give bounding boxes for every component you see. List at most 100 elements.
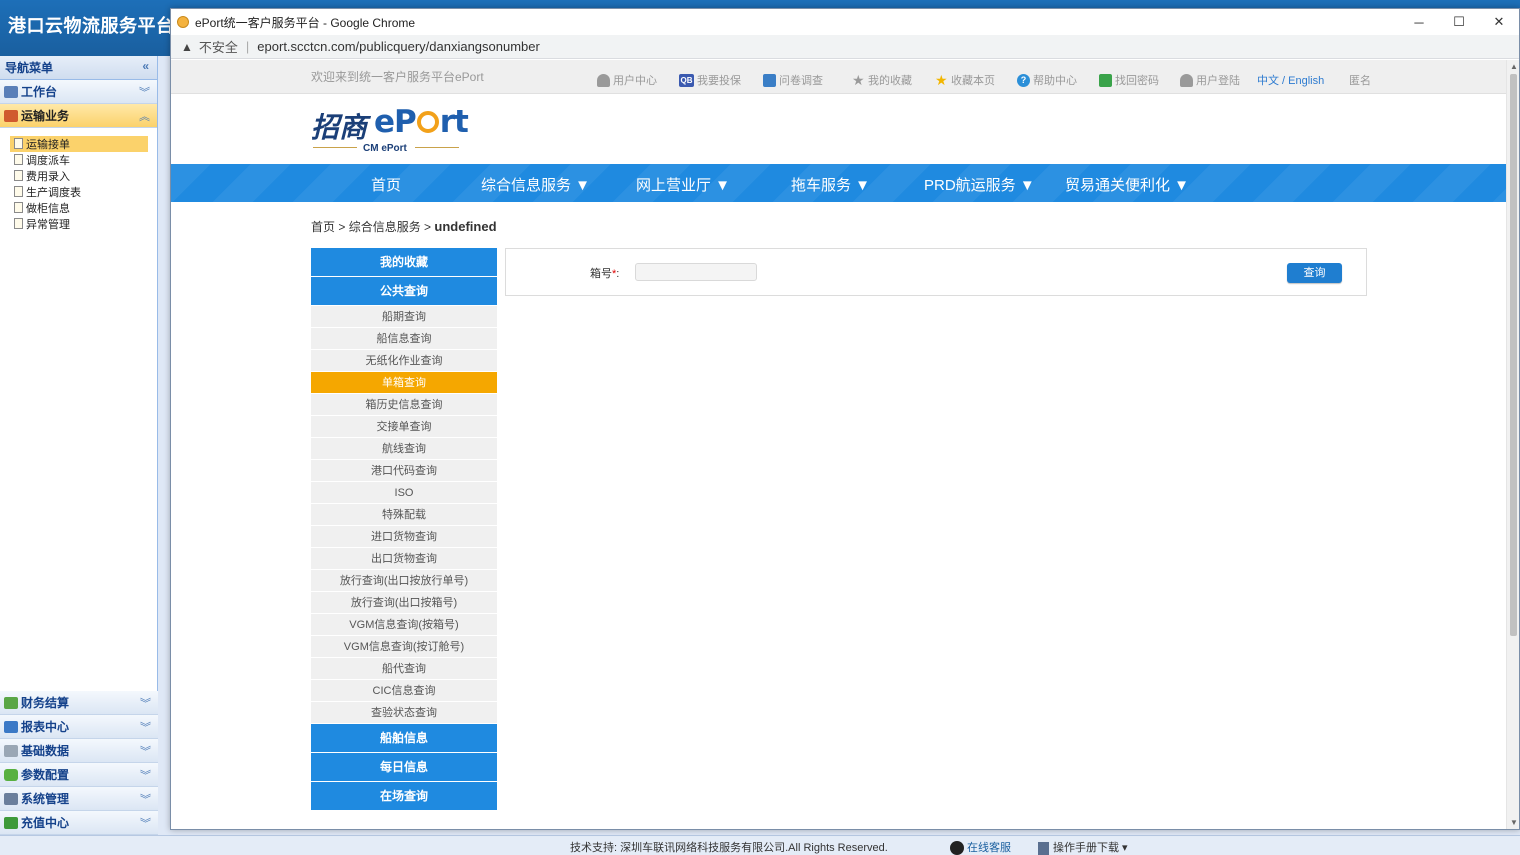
menu-item[interactable]: 船信息查询 [311,328,497,350]
help-center-link[interactable]: ? 帮助中心 [1017,72,1077,88]
menu-my-favorites[interactable]: 我的收藏 [311,248,497,276]
transport-submenu: 运输接单 调度派车 费用录入 生产调度表 做柜信息 异常管理 [0,128,157,648]
scroll-down-icon[interactable]: ▼ [1510,818,1518,827]
menu-item[interactable]: 放行查询(出口按放行单号) [311,570,497,592]
container-number-input[interactable] [635,263,757,281]
menu-item[interactable]: 港口代码查询 [311,460,497,482]
scrollbar-thumb[interactable] [1510,74,1517,636]
user-icon [1180,73,1193,87]
sidebar-item-schedule[interactable]: 生产调度表 [10,184,148,200]
sidebar-item-container-info[interactable]: 做柜信息 [10,200,148,216]
book-icon [1038,841,1049,855]
menu-item[interactable]: 进口货物查询 [311,526,497,548]
host-sidebar: 导航菜单 « 工作台 ︾ 运输业务 ︽ 运输接单 调度派车 费用录入 生产调度表… [0,56,158,835]
online-service-link[interactable]: 在线客服 [950,839,1011,855]
nav-home[interactable]: 首页 [371,174,401,195]
document-icon [14,170,23,181]
top-utility-bar: 欢迎来到统一客户服务平台ePort 用户中心 QB 我要投保 问卷调查 ★ 我的收藏… [171,60,1507,94]
workbench-section[interactable]: 工作台 ︾ [0,80,157,104]
sidebar-item-transport-order[interactable]: 运输接单 [10,136,148,152]
container-query-form: 箱号*: 查询 [505,248,1367,296]
chevron-down-icon: ︾ [140,722,151,734]
maximize-button[interactable]: ☐ [1439,9,1479,35]
window-controls: ─ ☐ ✕ [1399,9,1519,35]
nav-prd-shipping[interactable]: PRD航运服务 ▼ [924,174,1035,195]
chevron-down-icon: ︾ [140,770,151,782]
insecure-label[interactable]: 不安全 [199,37,238,56]
chevron-up-icon: ︽ [139,111,150,123]
finance-icon [4,696,18,709]
menu-item[interactable]: CIC信息查询 [311,680,497,702]
collapse-icon[interactable]: « [142,59,149,73]
nav-info-services[interactable]: 综合信息服务 ▼ [481,174,590,195]
yen-icon [4,816,18,829]
insurance-link[interactable]: QB 我要投保 [679,72,741,88]
breadcrumb-section[interactable]: 综合信息服务 [349,220,421,234]
recover-password-link[interactable]: 找回密码 [1099,72,1159,88]
menu-yard-query[interactable]: 在场查询 [311,782,497,810]
menu-item[interactable]: 出口货物查询 [311,548,497,570]
url-text[interactable]: eport.scctcn.com/publicquery/danxiangson… [257,39,540,54]
survey-icon [763,73,776,87]
menu-item[interactable]: 船代查询 [311,658,497,680]
minimize-button[interactable]: ─ [1399,9,1439,35]
section-basedata[interactable]: 基础数据 ︾ [0,739,158,763]
page-scrollbar[interactable]: ▲ ▼ [1506,60,1519,829]
nav-trade-customs[interactable]: 贸易通关便利化 ▼ [1065,174,1189,195]
main-navigation: 首页 综合信息服务 ▼ 网上营业厅 ▼ 拖车服务 ▼ PRD航运服务 ▼ 贸易通… [171,164,1507,202]
menu-daily-info[interactable]: 每日信息 [311,753,497,781]
menu-item[interactable]: 放行查询(出口按箱号) [311,592,497,614]
section-reports[interactable]: 报表中心 ︾ [0,715,158,739]
menu-item[interactable]: 特殊配载 [311,504,497,526]
language-switch[interactable]: 中文 / English [1257,72,1324,88]
puzzle-icon [4,768,18,781]
favicon-icon [177,16,189,28]
tech-support-text: 技术支持: 深圳车联讯网络科技服务有限公司.All Rights Reserve… [570,842,888,854]
section-params[interactable]: 参数配置 ︾ [0,763,158,787]
menu-item[interactable]: 无纸化作业查询 [311,350,497,372]
sidebar-item-exceptions[interactable]: 异常管理 [10,216,148,232]
survey-link[interactable]: 问卷调查 [763,72,823,88]
manual-download-link[interactable]: 操作手册下载 ▾ [1038,839,1128,855]
menu-item-selected[interactable]: 单箱查询 [311,372,497,394]
my-favorites-link[interactable]: ★ 我的收藏 [852,72,912,88]
sidebar-item-fee-entry[interactable]: 费用录入 [10,168,148,184]
breadcrumb-home[interactable]: 首页 [311,220,335,234]
menu-item[interactable]: ISO [311,482,497,504]
menu-ship-info[interactable]: 船舶信息 [311,724,497,752]
close-button[interactable]: ✕ [1479,9,1519,35]
qq-icon [950,841,964,855]
bottom-sections: 财务结算 ︾ 报表中心 ︾ 基础数据 ︾ 参数配置 ︾ 系统管理 ︾ 充值中心 ︾ [0,691,158,835]
query-side-menu: 我的收藏 公共查询 船期查询 船信息查询 无纸化作业查询 单箱查询 箱历史信息查… [311,248,497,811]
query-button[interactable]: 查询 [1287,263,1342,283]
section-finance[interactable]: 财务结算 ︾ [0,691,158,715]
menu-item[interactable]: 航线查询 [311,438,497,460]
menu-item[interactable]: 船期查询 [311,306,497,328]
chevron-down-icon: ︾ [140,746,151,758]
cm-eport-logo[interactable]: 招商 eP rt CM ePort [311,104,471,154]
menu-item[interactable]: VGM信息查询(按订舱号) [311,636,497,658]
scroll-up-icon[interactable]: ▲ [1510,62,1518,71]
document-icon [14,218,23,229]
menu-item[interactable]: 箱历史信息查询 [311,394,497,416]
address-bar[interactable]: ▲ 不安全 | eport.scctcn.com/publicquery/dan… [171,35,1519,59]
user-login-link[interactable]: 用户登陆 [1180,72,1240,88]
logo-ring-icon [416,111,439,133]
menu-item[interactable]: VGM信息查询(按箱号) [311,614,497,636]
section-system[interactable]: 系统管理 ︾ [0,787,158,811]
section-recharge[interactable]: 充值中心 ︾ [0,811,158,835]
chrome-window: ePort统一客户服务平台 - Google Chrome ─ ☐ ✕ ▲ 不安… [170,8,1520,830]
menu-item[interactable]: 交接单查询 [311,416,497,438]
chrome-titlebar[interactable]: ePort统一客户服务平台 - Google Chrome ─ ☐ ✕ [171,9,1519,35]
warning-icon[interactable]: ▲ [181,40,193,54]
bookmark-page-link[interactable]: ★ 收藏本页 [935,72,995,88]
user-center-link[interactable]: 用户中心 [597,72,657,88]
sidebar-item-dispatch[interactable]: 调度派车 [10,152,148,168]
nav-online-hall[interactable]: 网上营业厅 ▼ [636,174,730,195]
menu-item[interactable]: 查验状态查询 [311,702,497,724]
nav-menu-header: 导航菜单 « [0,56,157,80]
transport-section[interactable]: 运输业务 ︽ [0,104,157,128]
nav-trailer-services[interactable]: 拖车服务 ▼ [791,174,870,195]
menu-public-query[interactable]: 公共查询 [311,277,497,305]
host-app-title: 港口云物流服务平台 [8,16,175,36]
